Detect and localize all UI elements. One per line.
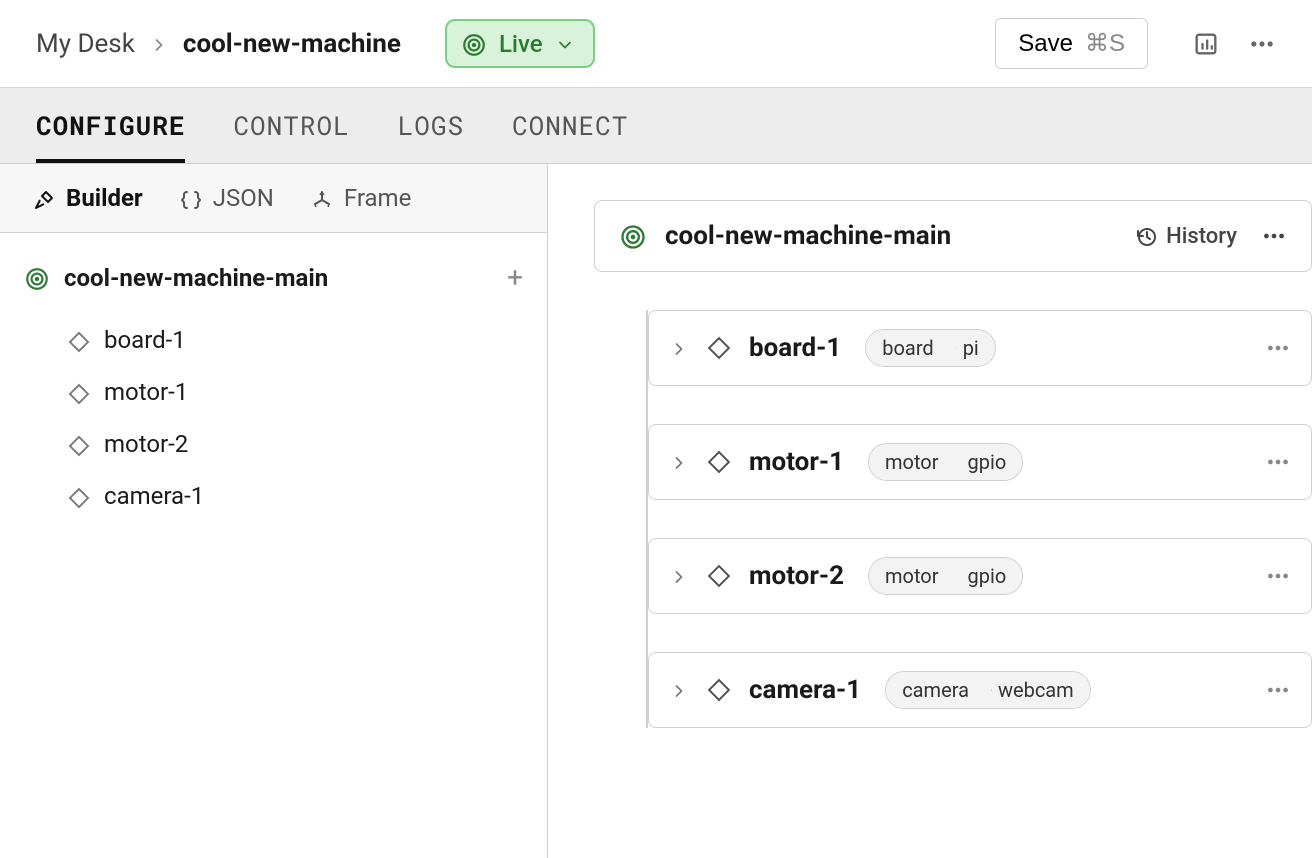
tab-connect[interactable]: CONNECT	[512, 87, 628, 163]
component-name: board-1	[749, 333, 841, 363]
tab-control[interactable]: CONTROL	[233, 87, 349, 163]
component-type: motor	[869, 444, 961, 480]
workspace: Builder JSON Frame cool-new-machine-	[0, 164, 1312, 858]
component-model: webcam	[982, 672, 1090, 708]
diamond-icon	[68, 326, 90, 354]
target-icon	[461, 29, 487, 58]
subtab-label: JSON	[213, 184, 274, 212]
component-card: motor-1 motor gpio	[648, 424, 1312, 500]
component-type: motor	[869, 558, 961, 594]
metrics-icon[interactable]	[1192, 30, 1220, 58]
subtab-label: Builder	[66, 184, 143, 212]
history-icon	[1134, 223, 1158, 248]
tree-item[interactable]: motor-2	[68, 418, 523, 470]
component-card: camera-1 camera webcam	[648, 652, 1312, 728]
tab-logs[interactable]: LOGS	[398, 87, 464, 163]
component-card: motor-2 motor gpio	[648, 538, 1312, 614]
main-tabstrip: CONFIGURE CONTROL LOGS CONNECT	[0, 88, 1312, 164]
expand-toggle[interactable]	[669, 680, 689, 701]
tree-item-label: motor-1	[104, 378, 188, 406]
diamond-icon	[707, 564, 731, 588]
more-menu-icon[interactable]	[1248, 30, 1276, 58]
tree-item-label: motor-2	[104, 430, 188, 458]
component-name: camera-1	[749, 675, 861, 705]
subtab-json[interactable]: JSON	[179, 184, 274, 212]
axes-icon	[310, 184, 334, 212]
diamond-icon	[68, 378, 90, 406]
save-label: Save	[1018, 30, 1073, 58]
topbar: My Desk cool-new-machine Live Save ⌘S	[0, 0, 1312, 88]
subtab-row: Builder JSON Frame	[0, 164, 547, 233]
target-icon	[24, 263, 50, 292]
component-type-badge: motor gpio	[868, 443, 1023, 481]
breadcrumb-current[interactable]: cool-new-machine	[183, 29, 401, 59]
expand-toggle[interactable]	[669, 566, 689, 587]
component-type: board	[866, 330, 956, 366]
tools-icon	[32, 184, 56, 212]
component-more-menu[interactable]	[1265, 563, 1291, 589]
tree-root-label: cool-new-machine-main	[64, 264, 328, 292]
component-more-menu[interactable]	[1265, 335, 1291, 361]
tree-item[interactable]: board-1	[68, 314, 523, 366]
chevron-right-icon	[149, 29, 169, 59]
component-tree: cool-new-machine-main + board-1 motor-1	[0, 233, 547, 550]
part-header-card: cool-new-machine-main History	[594, 200, 1312, 272]
chevron-down-icon	[555, 30, 575, 58]
expand-toggle[interactable]	[669, 338, 689, 359]
diamond-icon	[707, 678, 731, 702]
component-model: gpio	[952, 444, 1023, 480]
save-shortcut: ⌘S	[1085, 29, 1125, 58]
tree-item[interactable]: camera-1	[68, 470, 523, 522]
tab-configure[interactable]: CONFIGURE	[36, 87, 185, 163]
target-icon	[619, 221, 647, 251]
diamond-icon	[707, 450, 731, 474]
component-type-badge: camera webcam	[885, 671, 1091, 709]
history-label: History	[1166, 224, 1237, 249]
component-model: gpio	[952, 558, 1023, 594]
breadcrumb: My Desk cool-new-machine	[36, 29, 401, 59]
save-button[interactable]: Save ⌘S	[995, 18, 1148, 69]
tree-item-label: camera-1	[104, 482, 204, 510]
tree-list: board-1 motor-1 motor-2	[24, 314, 523, 522]
component-more-menu[interactable]	[1265, 677, 1291, 703]
history-button[interactable]: History	[1134, 223, 1237, 248]
diamond-icon	[68, 482, 90, 510]
component-type: camera	[886, 672, 992, 708]
breadcrumb-parent[interactable]: My Desk	[36, 29, 135, 59]
component-stack: board-1 board pi motor-1 motor	[646, 310, 1312, 728]
component-type-badge: board pi	[865, 329, 995, 367]
component-type-badge: motor gpio	[868, 557, 1023, 595]
part-name: cool-new-machine-main	[665, 221, 951, 251]
tree-item-label: board-1	[104, 326, 186, 354]
add-component-button[interactable]: +	[507, 261, 523, 294]
left-panel: Builder JSON Frame cool-new-machine-	[0, 164, 548, 858]
subtab-label: Frame	[344, 184, 411, 212]
tree-item[interactable]: motor-1	[68, 366, 523, 418]
diamond-icon	[707, 336, 731, 360]
braces-icon	[179, 184, 203, 212]
diamond-icon	[68, 430, 90, 458]
right-panel: cool-new-machine-main History	[548, 164, 1312, 858]
expand-toggle[interactable]	[669, 452, 689, 473]
status-label: Live	[499, 30, 543, 58]
component-more-menu[interactable]	[1265, 449, 1291, 475]
tree-root[interactable]: cool-new-machine-main +	[24, 261, 523, 294]
part-more-menu[interactable]	[1261, 223, 1287, 249]
component-name: motor-1	[749, 447, 844, 477]
component-card: board-1 board pi	[648, 310, 1312, 386]
subtab-frame[interactable]: Frame	[310, 184, 411, 212]
status-live-chip[interactable]: Live	[445, 19, 595, 68]
component-name: motor-2	[749, 561, 844, 591]
subtab-builder[interactable]: Builder	[32, 184, 143, 212]
